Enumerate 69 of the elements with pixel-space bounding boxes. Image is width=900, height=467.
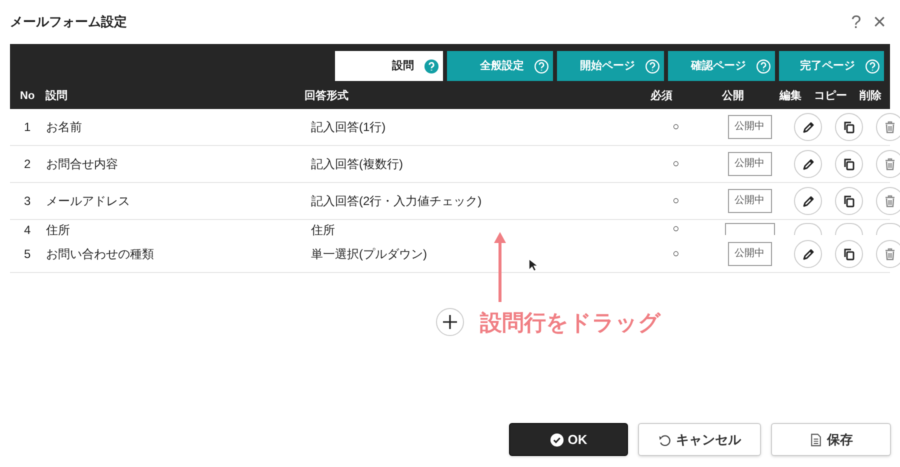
help-icon: [424, 58, 439, 74]
status-badge: 公開中: [728, 242, 772, 266]
answer-format: 単一選択(プルダウン): [311, 246, 428, 263]
question-text: お名前: [46, 119, 83, 136]
arrow-icon: [494, 232, 506, 302]
status-badge: 公開中: [728, 152, 772, 176]
help-icon: [534, 58, 549, 74]
delete-button[interactable]: [876, 113, 900, 141]
question-text: お問い合わせの種類: [46, 246, 155, 263]
tab[interactable]: 開始ページ: [557, 51, 664, 81]
column-header: 削除: [858, 88, 882, 104]
question-text: 住所: [46, 222, 71, 239]
row-number: 5: [23, 246, 32, 263]
help-icon: [756, 58, 771, 74]
column-header: 設問: [45, 88, 68, 104]
tab[interactable]: 全般設定: [447, 51, 553, 81]
answer-format: 記入回答(2行・入力値チェック): [311, 193, 483, 210]
question-text: メールアドレス: [46, 193, 131, 210]
add-button[interactable]: [436, 308, 464, 336]
help-icon: [865, 58, 880, 74]
column-header: 公開: [720, 88, 746, 104]
close-button[interactable]: ×: [873, 11, 886, 33]
copy-button[interactable]: [835, 187, 863, 215]
check-circle-icon: [550, 432, 564, 446]
cancel-button[interactable]: キャンセル: [638, 423, 761, 456]
tab[interactable]: 完了ページ: [779, 51, 884, 81]
cursor-icon: [528, 258, 538, 272]
column-header: コピー: [812, 88, 848, 104]
row-number: 2: [23, 156, 32, 173]
ok-button[interactable]: OK: [509, 423, 628, 456]
tab[interactable]: 設問: [335, 51, 443, 81]
required-mark: ○: [672, 246, 680, 262]
status-badge: 公開中: [728, 189, 772, 213]
help-icon: [645, 58, 660, 74]
document-icon: [809, 432, 823, 446]
column-header: 必須: [649, 88, 674, 104]
copy-button[interactable]: [835, 150, 863, 178]
help-button[interactable]: ?: [851, 8, 862, 36]
status-badge: 公開中: [728, 115, 772, 139]
required-mark: ○: [672, 156, 680, 172]
column-header: 回答形式: [304, 88, 350, 104]
required-mark: ○: [672, 222, 680, 237]
delete-button[interactable]: [876, 150, 900, 178]
answer-format: 住所: [311, 222, 336, 239]
tab[interactable]: 確認ページ: [668, 51, 775, 81]
row-number: 1: [23, 119, 32, 136]
edit-button[interactable]: [794, 240, 822, 268]
save-button[interactable]: 保存: [771, 423, 891, 456]
status-badge: [724, 223, 774, 235]
window-title: メールフォーム設定: [10, 13, 127, 32]
row-number: 4: [23, 222, 32, 239]
delete-button[interactable]: [876, 240, 900, 268]
answer-format: 記入回答(1行): [311, 119, 387, 136]
plus-icon: [442, 314, 458, 330]
row-number: 3: [23, 193, 32, 210]
question-text: お問合せ内容: [46, 156, 119, 173]
column-header: No: [19, 88, 36, 104]
column-header: 編集: [778, 88, 802, 104]
edit-button[interactable]: [794, 150, 822, 178]
edit-button[interactable]: [794, 113, 822, 141]
required-mark: ○: [672, 194, 680, 209]
copy-button[interactable]: [835, 240, 863, 268]
copy-button[interactable]: [835, 113, 863, 141]
edit-button[interactable]: [794, 187, 822, 215]
annotation-text: 設問行をドラッグ: [480, 309, 661, 337]
undo-icon: [658, 432, 672, 446]
answer-format: 記入回答(複数行): [311, 156, 404, 173]
delete-button[interactable]: [876, 187, 900, 215]
required-mark: ○: [672, 120, 680, 135]
